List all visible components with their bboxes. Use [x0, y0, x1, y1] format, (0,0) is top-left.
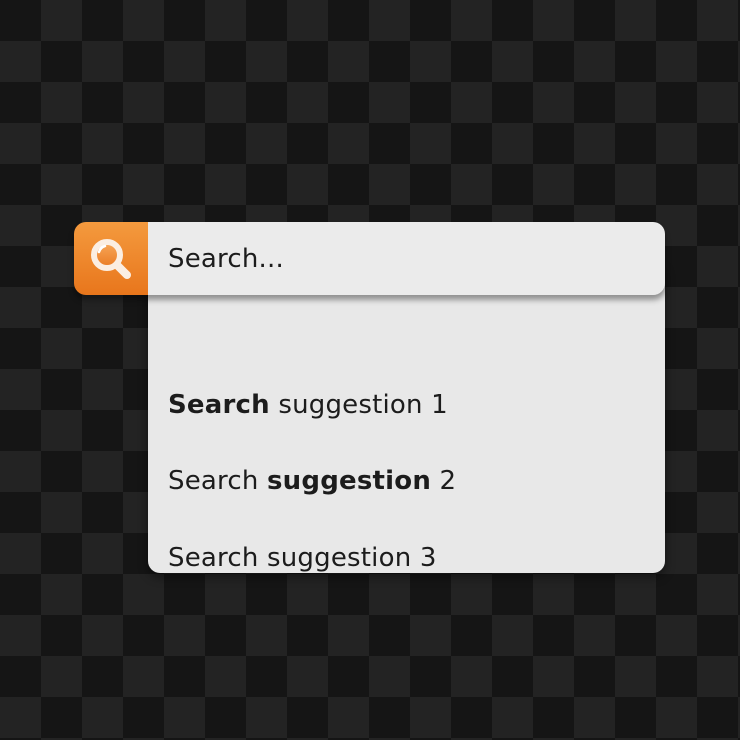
suggestion-1-text: suggestion 1 [269, 390, 448, 420]
suggestion-3-text: Search suggestion 3 [168, 543, 437, 573]
suggestion-item-3[interactable]: Search suggestion 3 [168, 543, 437, 573]
search-button[interactable] [74, 222, 148, 295]
search-widget: Search suggestion 1 Search suggestion 2 … [74, 222, 665, 574]
suggestion-2-suffix: 2 [431, 466, 457, 496]
suggestion-item-1[interactable]: Search suggestion 1 [168, 390, 448, 420]
search-bar: Search... [74, 222, 665, 295]
suggestion-item-2[interactable]: Search suggestion 2 [168, 466, 456, 496]
suggestions-dropdown: Search suggestion 1 Search suggestion 2 … [148, 262, 665, 573]
suggestion-2-bold-text: suggestion [267, 466, 432, 496]
suggestion-2-prefix: Search [168, 466, 267, 496]
suggestion-1-bold-text: Search [168, 390, 270, 420]
search-icon [91, 238, 131, 279]
search-input[interactable]: Search... [148, 222, 665, 295]
